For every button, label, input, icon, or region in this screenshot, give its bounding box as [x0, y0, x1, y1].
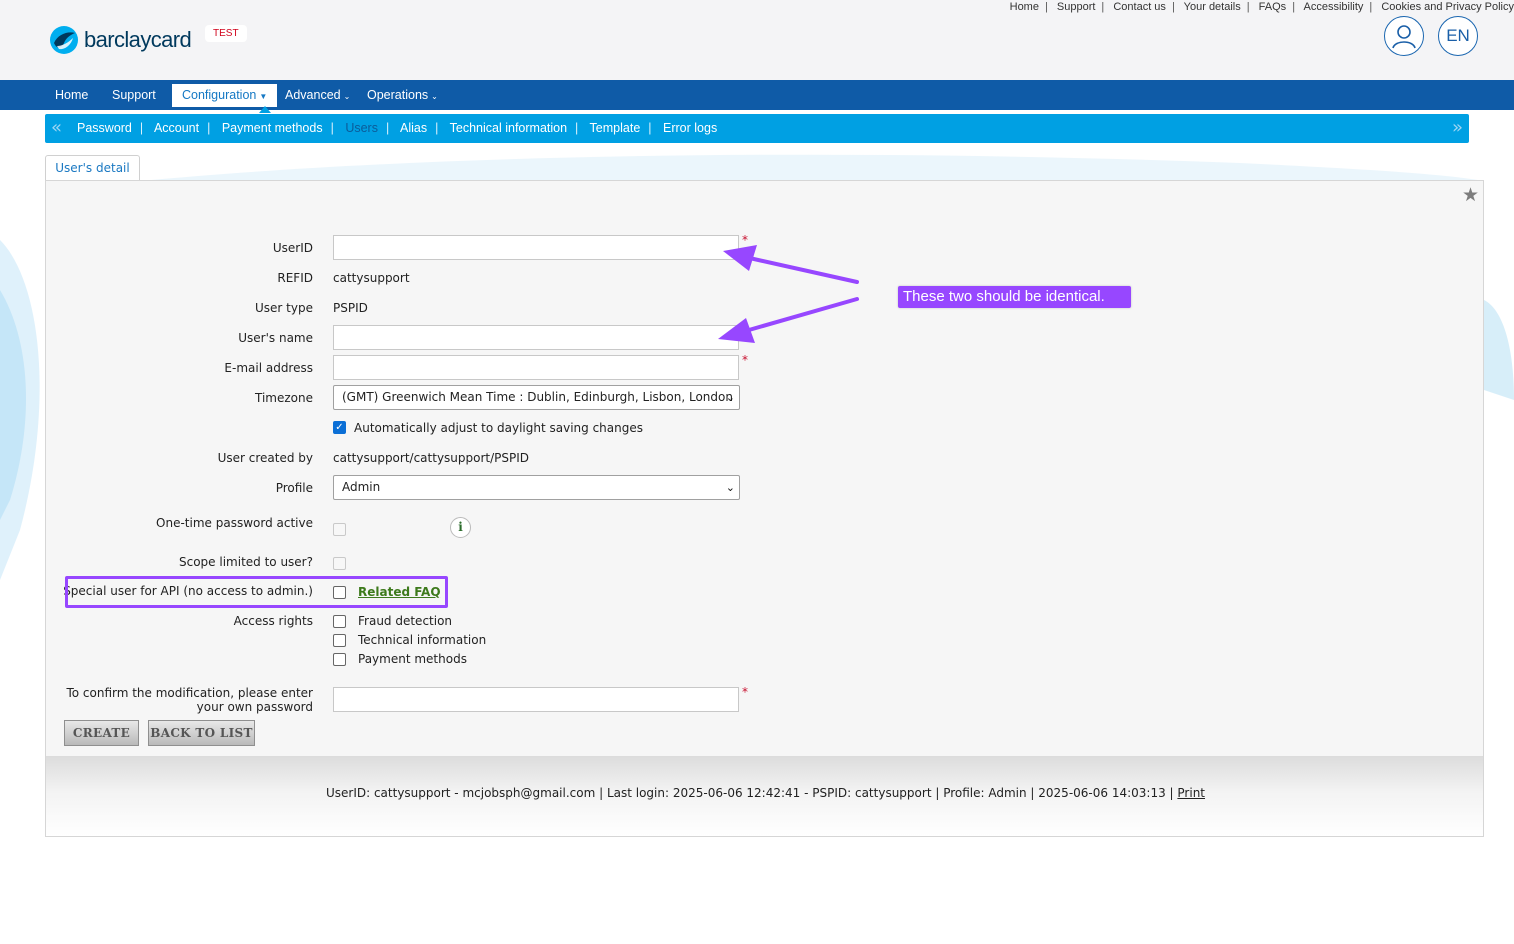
back-to-list-button[interactable]: BACK TO LIST	[148, 720, 255, 746]
nav-advanced[interactable]: Advanced ⌄	[275, 84, 360, 107]
profile-label: Profile	[275, 481, 313, 495]
status-footer: UserID: cattysupport - mcjobsph@gmail.co…	[45, 756, 1484, 837]
timezone-select[interactable]: (GMT) Greenwich Mean Time : Dublin, Edin…	[333, 385, 740, 410]
technical-information-checkbox[interactable]	[333, 634, 346, 647]
payment-methods-label: Payment methods	[358, 652, 467, 666]
technical-information-label: Technical information	[358, 633, 487, 647]
env-badge: TEST	[205, 25, 247, 42]
create-button[interactable]: CREATE	[64, 720, 139, 746]
chevron-down-icon: ⌄	[725, 391, 735, 404]
annotation-highlight-box	[65, 576, 448, 608]
fraud-detection-checkbox[interactable]	[333, 615, 346, 628]
eagle-logo-icon	[50, 26, 78, 54]
otp-checkbox[interactable]	[333, 523, 346, 536]
email-label: E-mail address	[224, 361, 313, 375]
active-nav-pointer	[259, 106, 271, 113]
logo-text: barclaycard	[84, 27, 192, 52]
caret-down-icon: ▼	[259, 92, 268, 101]
users-name-label: User's name	[238, 331, 313, 345]
confirm-password-label: To confirm the modification, please ente…	[66, 686, 313, 714]
user-account-button[interactable]	[1384, 16, 1424, 56]
subnav-template[interactable]: Template	[590, 121, 641, 135]
user-icon	[1392, 25, 1416, 49]
language-button[interactable]: EN	[1438, 16, 1478, 56]
nav-configuration[interactable]: Configuration ▼	[172, 84, 278, 107]
barclaycard-logo[interactable]: barclaycard	[48, 24, 192, 56]
fraud-detection-label: Fraud detection	[358, 614, 453, 628]
timezone-selected-value: (GMT) Greenwich Mean Time : Dublin, Edin…	[342, 390, 733, 404]
scope-label: Scope limited to user?	[179, 555, 313, 569]
scroll-left-icon[interactable]: «	[51, 117, 62, 138]
email-input[interactable]	[333, 355, 739, 380]
favorite-star-icon[interactable]: ★	[1462, 184, 1479, 206]
refid-value: cattysupport	[333, 271, 410, 285]
top-link-cookies[interactable]: Cookies and Privacy Policy	[1381, 1, 1514, 13]
nav-support[interactable]: Support	[102, 84, 166, 107]
profile-selected-value: Admin	[342, 480, 381, 494]
user-type-value: PSPID	[333, 301, 368, 315]
footer-status-text: UserID: cattysupport - mcjobsph@gmail.co…	[325, 786, 1178, 800]
subnav-alias[interactable]: Alias	[400, 121, 427, 135]
sub-nav: « Password | Account | Payment methods | Us…	[45, 114, 1469, 143]
checkmark-icon: ✓	[335, 422, 344, 433]
profile-select[interactable]: Admin ⌄	[333, 475, 740, 500]
otp-label: One-time password active	[156, 516, 313, 530]
subnav-password[interactable]: Password	[77, 121, 132, 135]
chevron-down-icon: ⌄	[431, 92, 438, 101]
userid-input[interactable]	[333, 235, 739, 260]
top-link-home[interactable]: Home	[1010, 1, 1039, 13]
site-header: Home | Support | Contact us | Your details |…	[0, 0, 1514, 80]
top-link-contact[interactable]: Contact us	[1113, 1, 1166, 13]
chevron-down-icon: ⌄	[343, 92, 351, 101]
userid-label: UserID	[272, 241, 313, 255]
access-rights-label: Access rights	[233, 614, 313, 628]
required-marker: *	[742, 353, 748, 367]
nav-home[interactable]: Home	[45, 84, 98, 107]
nav-operations[interactable]: Operations ⌄	[357, 84, 448, 107]
users-name-input[interactable]	[333, 325, 739, 350]
top-link-accessibility[interactable]: Accessibility	[1304, 1, 1364, 13]
user-type-label: User type	[255, 301, 313, 315]
background-swirl-top	[140, 154, 1484, 181]
annotation-note: These two should be identical.	[898, 286, 1131, 308]
confirm-password-input[interactable]	[333, 687, 739, 712]
created-by-value: cattysupport/cattysupport/PSPID	[333, 451, 530, 465]
top-link-your-details[interactable]: Your details	[1184, 1, 1241, 13]
top-links: Home | Support | Contact us | Your details |…	[1009, 1, 1514, 13]
print-link[interactable]: Print	[1177, 786, 1205, 800]
scope-checkbox[interactable]	[333, 557, 346, 570]
top-link-support[interactable]: Support	[1057, 1, 1096, 13]
refid-label: REFID	[277, 271, 313, 285]
footer-status: UserID: cattysupport - mcjobsph@gmail.co…	[46, 786, 1485, 800]
scroll-right-icon[interactable]: »	[1452, 117, 1463, 138]
subnav-users[interactable]: Users	[345, 121, 378, 135]
dst-checkbox[interactable]: ✓	[333, 421, 346, 434]
created-by-label: User created by	[217, 451, 313, 465]
timezone-label: Timezone	[255, 391, 313, 405]
chevron-down-icon: ⌄	[725, 481, 735, 494]
subnav-error-logs[interactable]: Error logs	[663, 121, 717, 135]
required-marker: *	[742, 233, 748, 247]
top-link-faqs[interactable]: FAQs	[1259, 1, 1287, 13]
subnav-account[interactable]: Account	[154, 121, 199, 135]
main-nav: Home Support Configuration ▼ Advanced ⌄ Op…	[0, 80, 1514, 110]
background-swirl-right	[1484, 300, 1514, 400]
dst-label: Automatically adjust to daylight saving …	[354, 421, 643, 435]
payment-methods-checkbox[interactable]	[333, 653, 346, 666]
required-marker: *	[742, 685, 748, 699]
tab-users-detail[interactable]: User's detail	[45, 155, 140, 182]
subnav-payment-methods[interactable]: Payment methods	[222, 121, 323, 135]
subnav-technical-information[interactable]: Technical information	[450, 121, 567, 135]
info-icon[interactable]: i	[450, 517, 471, 538]
